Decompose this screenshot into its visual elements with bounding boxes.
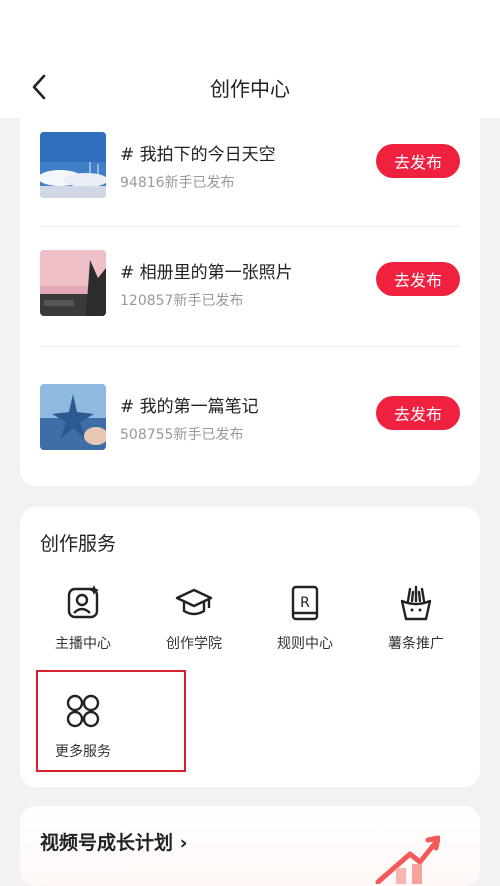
rules-book-icon: R bbox=[291, 585, 319, 621]
publish-button[interactable]: 去发布 bbox=[376, 144, 460, 178]
fries-promo-icon bbox=[400, 585, 432, 621]
newbie-tasks-card: # 我拍下的今日天空 94816新手已发布 去发布 # 相册里的第一张照片 12… bbox=[20, 106, 480, 486]
task-subtitle: 508755新手已发布 bbox=[120, 427, 244, 443]
publish-button[interactable]: 去发布 bbox=[376, 262, 460, 296]
sky-thumbnail bbox=[40, 132, 106, 198]
service-anchor-center[interactable]: 主播中心 bbox=[33, 583, 133, 673]
section-title: 创作服务 bbox=[40, 533, 117, 555]
growth-arrow-icon bbox=[375, 835, 440, 884]
task-title: # 我拍下的今日天空 bbox=[120, 145, 276, 165]
service-creation-academy[interactable]: 创作学院 bbox=[144, 583, 244, 673]
pink-sky-thumbnail bbox=[40, 250, 106, 316]
service-fries-promo[interactable]: 薯条推广 bbox=[366, 583, 466, 673]
anchor-profile-icon bbox=[67, 585, 99, 619]
task-title: # 相册里的第一张照片 bbox=[120, 263, 293, 283]
growth-plan-card[interactable]: 视频号成长计划 › bbox=[20, 806, 480, 886]
service-rules-center[interactable]: R 规则中心 bbox=[255, 583, 355, 673]
graduation-cap-icon bbox=[175, 588, 213, 616]
divider bbox=[40, 346, 460, 347]
header: 创作中心 bbox=[0, 0, 500, 118]
task-item[interactable]: # 相册里的第一张照片 120857新手已发布 去发布 bbox=[40, 250, 460, 316]
highlight-box bbox=[36, 670, 186, 772]
starfish-thumbnail bbox=[40, 384, 106, 450]
service-label: 主播中心 bbox=[55, 636, 111, 652]
task-subtitle: 120857新手已发布 bbox=[120, 293, 244, 309]
task-subtitle: 94816新手已发布 bbox=[120, 175, 235, 191]
task-item[interactable]: # 我拍下的今日天空 94816新手已发布 去发布 bbox=[40, 132, 460, 198]
task-title: # 我的第一篇笔记 bbox=[120, 397, 259, 417]
page-title: 创作中心 bbox=[210, 77, 290, 101]
service-label: 规则中心 bbox=[277, 636, 333, 652]
service-label: 创作学院 bbox=[166, 636, 222, 652]
svg-text:R: R bbox=[300, 595, 310, 611]
service-label: 薯条推广 bbox=[388, 636, 444, 652]
publish-button[interactable]: 去发布 bbox=[376, 396, 460, 430]
growth-plan-title[interactable]: 视频号成长计划 › bbox=[40, 828, 187, 855]
task-item[interactable]: # 我的第一篇笔记 508755新手已发布 去发布 bbox=[40, 384, 460, 450]
divider bbox=[40, 226, 460, 227]
